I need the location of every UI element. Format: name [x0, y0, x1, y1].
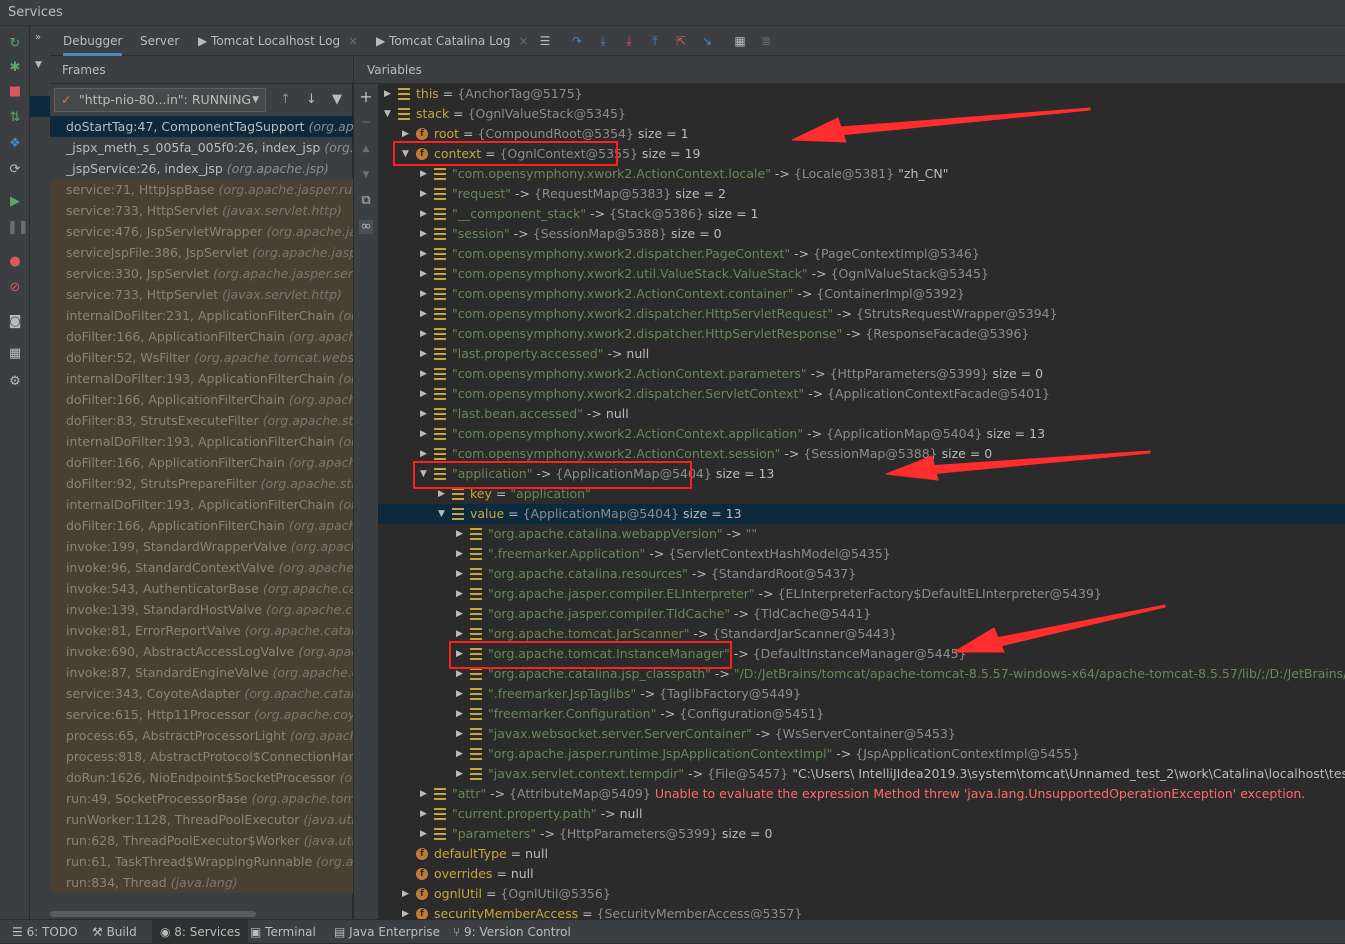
annotation-arrow — [927, 450, 1151, 475]
annotation-arrowhead — [791, 117, 847, 143]
annotation-arrowhead — [885, 455, 939, 481]
annotation-arrowhead — [952, 627, 1005, 653]
annotation-arrow — [995, 604, 1166, 647]
annotation-arrows — [791, 107, 1166, 653]
annotation-arrow — [827, 107, 1091, 137]
